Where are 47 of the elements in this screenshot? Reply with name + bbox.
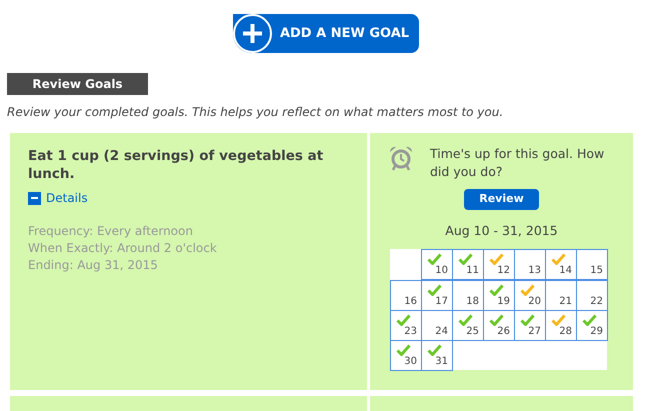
detail-text: Frequency: Every afternoon [28, 223, 194, 240]
calendar-day[interactable]: 13 [514, 249, 546, 280]
day-number: 27 [528, 325, 541, 340]
day-number: 14 [559, 264, 572, 278]
calendar-day[interactable]: 10 [421, 249, 453, 280]
day-number: 11 [466, 264, 479, 278]
add-goal-button[interactable]: ADD A NEW GOAL [232, 14, 420, 53]
day-number: 24 [435, 325, 448, 340]
calendar-day[interactable]: 15 [576, 249, 608, 280]
day-number: 31 [435, 355, 448, 370]
day-number: 12 [497, 264, 510, 278]
calendar-day[interactable]: 30 [390, 340, 422, 372]
goal-title: Eat 1 cup (2 servings) of vegetables at lunch. [28, 147, 324, 183]
day-number: 16 [404, 295, 417, 310]
day-number: 25 [466, 325, 479, 340]
day-number: 22 [590, 295, 603, 310]
calendar-day[interactable]: 12 [483, 249, 515, 280]
calendar-day[interactable]: 14 [545, 249, 577, 280]
details-link[interactable]: Details [46, 189, 88, 207]
detail-text: When Exactly: Around 2 o'clock [28, 240, 218, 257]
day-number: 29 [590, 325, 603, 340]
alarm-clock-icon [388, 145, 414, 171]
calendar-day[interactable]: 29 [576, 310, 608, 342]
day-number: 19 [497, 295, 510, 310]
day-number: 28 [559, 325, 572, 340]
day-number: 10 [435, 264, 448, 278]
calendar-day[interactable]: 22 [576, 280, 608, 312]
day-number: 30 [404, 355, 417, 370]
day-number: 23 [404, 325, 417, 340]
day-number: 13 [528, 264, 541, 278]
calendar-day[interactable]: 31 [421, 340, 453, 372]
day-number: 15 [590, 264, 603, 278]
day-number: 18 [466, 295, 479, 310]
section-heading: Review Goals [7, 73, 148, 95]
detail-text: Ending: Aug 31, 2015 [28, 257, 159, 274]
day-number: 20 [528, 295, 541, 310]
date-range: Aug 10 - 31, 2015 [445, 222, 558, 240]
intro-text: Review your completed goals. This helps you reflect on what matters most to you. [7, 104, 504, 121]
day-number: 21 [559, 295, 572, 310]
alert-text: Time's up for this goal. How did you do? [430, 145, 606, 181]
calendar-day[interactable]: 11 [452, 249, 484, 280]
collapse-icon[interactable] [28, 192, 41, 204]
plus-icon [232, 14, 272, 53]
day-number: 17 [435, 295, 448, 310]
calendar-day[interactable]: 16 [390, 280, 422, 312]
review-button[interactable]: Review [464, 189, 539, 210]
day-number: 26 [497, 325, 510, 340]
